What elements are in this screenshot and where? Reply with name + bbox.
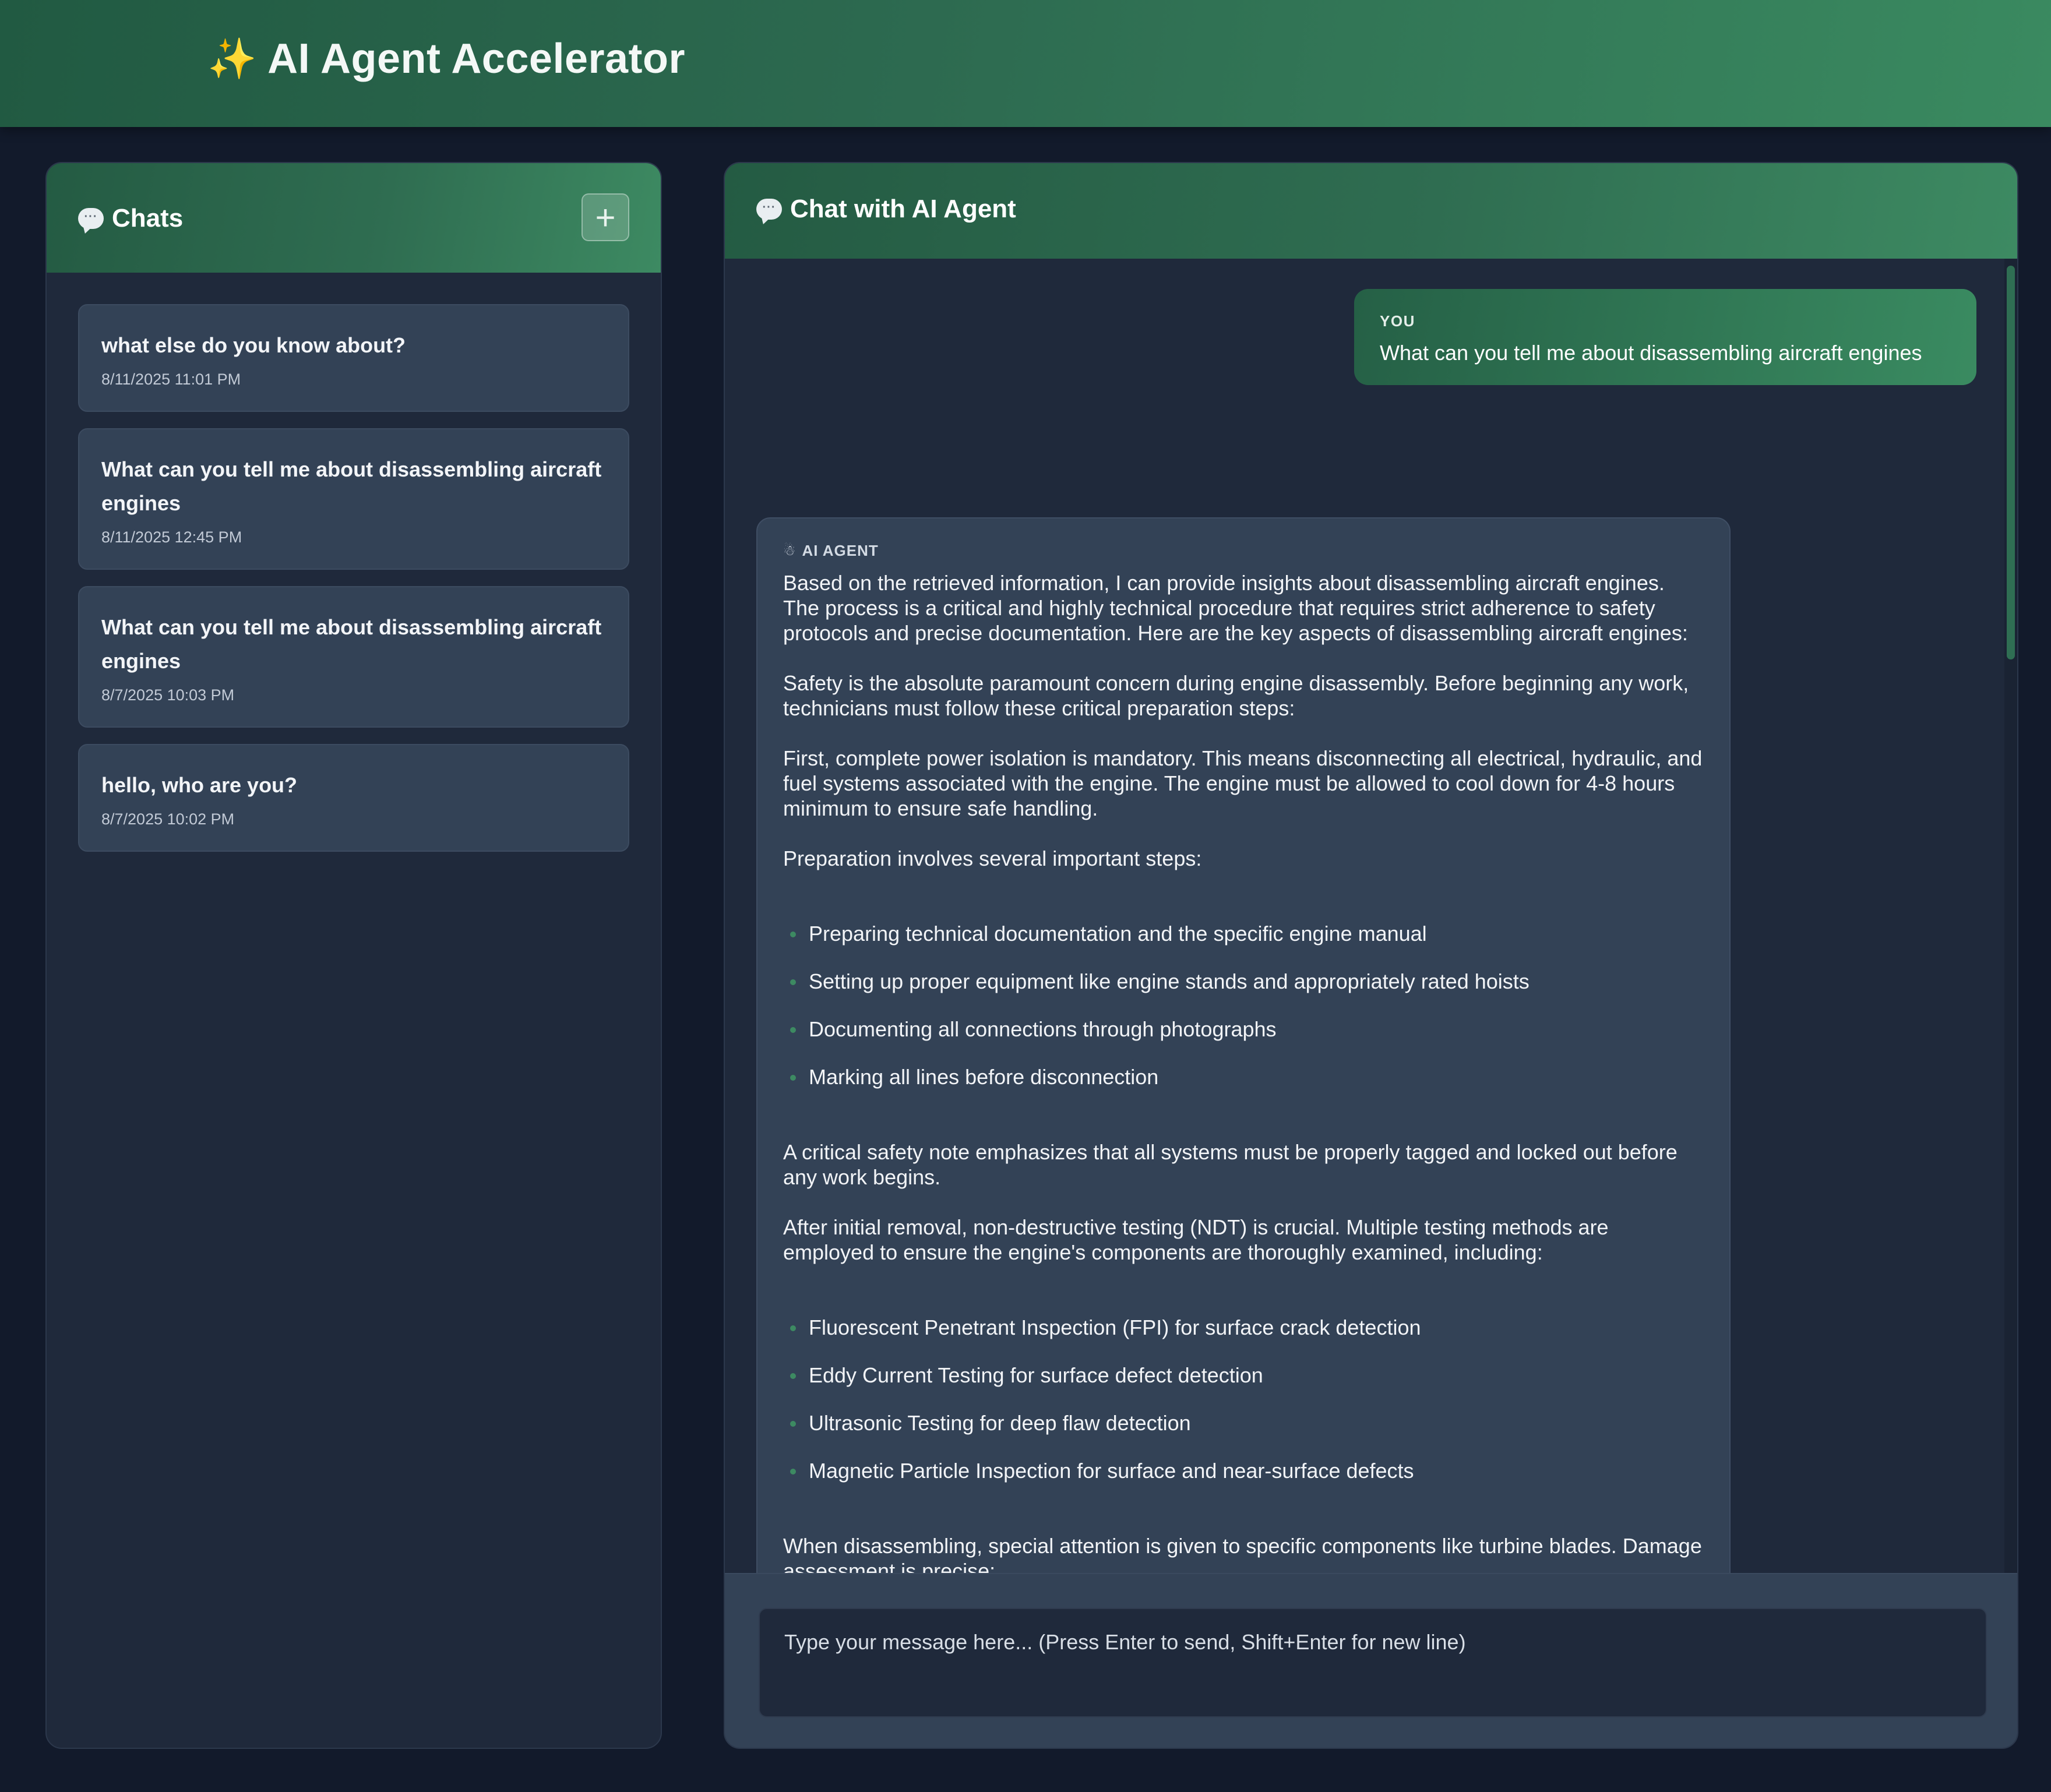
list-item: Magnetic Particle Inspection for surface… <box>783 1458 1704 1483</box>
list-item: Marking all lines before disconnection <box>783 1064 1704 1089</box>
list-item: Eddy Current Testing for surface defect … <box>783 1363 1704 1388</box>
chat-item-title: what else do you know about? <box>101 333 406 357</box>
chat-panel-title: ··· Chat with AI Agent <box>756 195 1016 224</box>
list-item: Preparing technical documentation and th… <box>783 921 1704 946</box>
chat-item-title: What can you tell me about disassembling… <box>101 457 602 515</box>
agent-paragraph: Preparation involves several important s… <box>783 846 1202 870</box>
user-message: YOU What can you tell me about disassemb… <box>1354 289 1976 385</box>
chat-list-item[interactable]: what else do you know about? 8/11/2025 1… <box>78 304 629 412</box>
scrollbar-thumb[interactable] <box>2007 266 2015 659</box>
chat-list-item[interactable]: hello, who are you? 8/7/2025 10:02 PM <box>78 744 629 852</box>
chat-item-date: 8/7/2025 10:03 PM <box>101 686 235 704</box>
agent-list: Fluorescent Penetrant Inspection (FPI) f… <box>783 1315 1704 1483</box>
chat-list-item[interactable]: What can you tell me about disassembling… <box>78 586 629 728</box>
agent-paragraph: When disassembling, special attention is… <box>783 1534 1702 1573</box>
agent-paragraph: Safety is the absolute paramount concern… <box>783 671 1689 720</box>
chat-item-date: 8/11/2025 11:01 PM <box>101 371 241 388</box>
agent-paragraph: Based on the retrieved information, I ca… <box>783 571 1688 645</box>
chat-panel-header: ··· Chat with AI Agent <box>725 163 2017 259</box>
sidebar-title: ··· Chats <box>78 204 183 233</box>
agent-message-body: Based on the retrieved information, I ca… <box>783 570 1704 1573</box>
app-title-text: AI Agent Accelerator <box>267 36 686 82</box>
sparkles-icon: ✨ <box>207 37 258 81</box>
sidebar-title-text: Chats <box>112 204 184 232</box>
agent-role-text: AI AGENT <box>802 542 879 559</box>
robot-icon: ☃ <box>783 543 797 559</box>
chats-sidebar: ··· Chats + what else do you know about?… <box>45 162 662 1749</box>
agent-list: Preparing technical documentation and th… <box>783 921 1704 1089</box>
sidebar-header: ··· Chats + <box>47 163 661 273</box>
plus-icon: + <box>595 197 616 237</box>
composer <box>725 1573 2017 1748</box>
list-item: Setting up proper equipment like engine … <box>783 969 1704 994</box>
app-title: ✨ AI Agent Accelerator <box>207 35 685 83</box>
list-item: Documenting all connections through phot… <box>783 1017 1704 1042</box>
user-message-text: What can you tell me about disassembling… <box>1380 341 1922 365</box>
agent-role-label: ☃ AI AGENT <box>783 542 1704 560</box>
agent-paragraph: A critical safety note emphasizes that a… <box>783 1140 1678 1189</box>
agent-paragraph: After initial removal, non-destructive t… <box>783 1215 1609 1264</box>
chat-list: what else do you know about? 8/11/2025 1… <box>47 273 661 899</box>
chat-bubble-icon: ··· <box>78 208 104 229</box>
chat-bubble-icon: ··· <box>756 199 782 220</box>
chat-item-date: 8/7/2025 10:02 PM <box>101 810 235 828</box>
list-item: Fluorescent Penetrant Inspection (FPI) f… <box>783 1315 1704 1340</box>
chat-item-date: 8/11/2025 12:45 PM <box>101 528 242 546</box>
message-list[interactable]: YOU What can you tell me about disassemb… <box>725 259 2017 1573</box>
chat-item-title: hello, who are you? <box>101 773 298 797</box>
message-scrollbar[interactable] <box>2004 259 2017 1573</box>
list-item: Ultrasonic Testing for deep flaw detecti… <box>783 1410 1704 1435</box>
user-role-label: YOU <box>1380 312 1415 330</box>
chat-panel-title-text: Chat with AI Agent <box>790 195 1016 223</box>
app-header: ✨ AI Agent Accelerator <box>0 0 2051 127</box>
message-input[interactable] <box>759 1608 1987 1717</box>
chat-panel: ··· Chat with AI Agent YOU What can you … <box>724 162 2018 1749</box>
agent-paragraph: First, complete power isolation is manda… <box>783 746 1703 820</box>
chat-list-item[interactable]: What can you tell me about disassembling… <box>78 428 629 570</box>
agent-message: ☃ AI AGENT Based on the retrieved inform… <box>756 517 1731 1573</box>
chat-item-title: What can you tell me about disassembling… <box>101 615 602 673</box>
new-chat-button[interactable]: + <box>582 193 629 241</box>
